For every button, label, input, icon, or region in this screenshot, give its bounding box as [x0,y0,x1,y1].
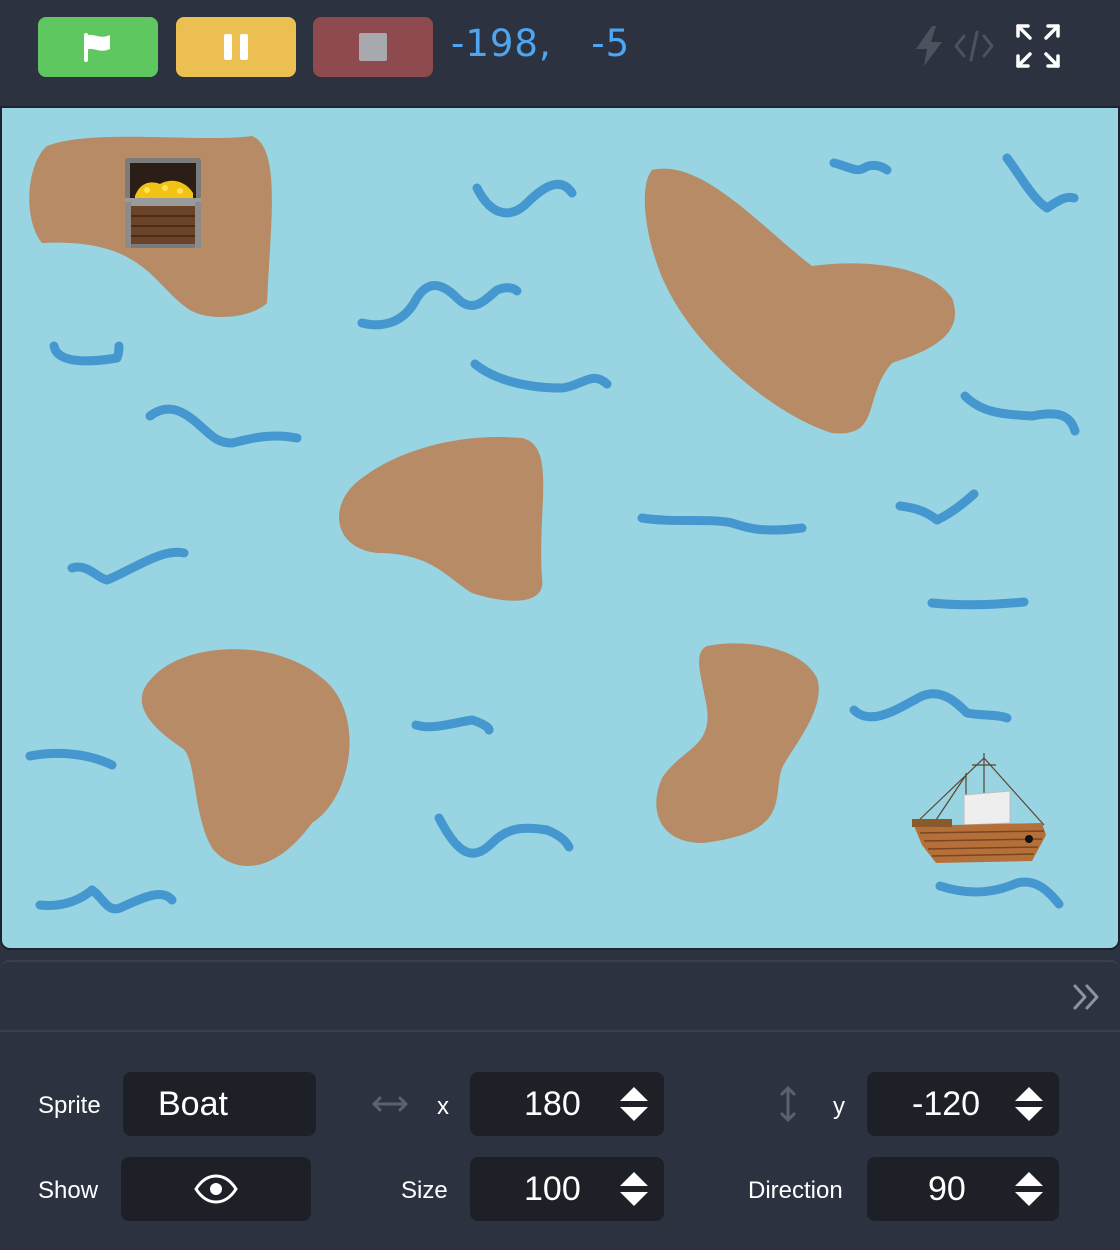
direction-stepper-icon[interactable] [1013,1170,1045,1208]
sprite-name-value: Boat [158,1084,228,1123]
size-field[interactable]: 100 [470,1157,664,1221]
sprite-properties-panel: Sprite Boat x 180 y -120 Show Size 100 D… [0,1032,1120,1250]
x-position-value: 180 [524,1084,581,1123]
vertical-arrows-icon [780,1086,796,1122]
size-stepper-icon[interactable] [618,1170,650,1208]
x-label: x [437,1093,449,1120]
pause-button[interactable] [176,17,296,77]
code-view-button[interactable] [952,24,996,68]
stop-button[interactable] [313,17,433,77]
direction-label: Direction [748,1177,843,1204]
stop-icon [359,33,387,61]
green-flag-button[interactable] [38,17,158,77]
stage[interactable] [0,106,1120,950]
direction-field[interactable]: 90 [867,1157,1059,1221]
show-toggle-button[interactable] [121,1157,311,1221]
lightning-icon [916,26,942,66]
size-label: Size [401,1177,448,1204]
chevron-double-right-icon[interactable] [1070,980,1104,1014]
direction-value: 90 [928,1169,966,1208]
eye-icon [194,1174,238,1204]
sprite-name-field[interactable]: Boat [123,1072,316,1136]
y-position-field[interactable]: -120 [867,1072,1059,1136]
fullscreen-button[interactable] [1014,22,1062,70]
code-icon [954,30,994,62]
turbo-mode-button[interactable] [912,24,946,68]
sprite-label: Sprite [38,1092,101,1119]
treasure-chest-sprite[interactable] [125,158,201,248]
pause-icon [224,34,248,60]
wave [927,597,1029,610]
stage-canvas[interactable] [2,108,1120,950]
horizontal-arrows-icon [372,1096,408,1112]
y-stepper-icon[interactable] [1013,1085,1045,1123]
toolbar: -198, -5 [0,0,1120,106]
sprite-info-header [0,960,1120,1032]
mouse-coordinates: -198, -5 [451,22,630,65]
green-flag-icon [84,33,110,62]
x-position-field[interactable]: 180 [470,1072,664,1136]
show-label: Show [38,1177,99,1204]
fullscreen-icon [1016,24,1060,68]
size-value: 100 [524,1169,581,1208]
coord-x: -198, [451,22,552,65]
y-label: y [833,1093,845,1120]
coord-y: -5 [591,22,631,65]
x-stepper-icon[interactable] [618,1085,650,1123]
y-position-value: -120 [912,1084,981,1123]
